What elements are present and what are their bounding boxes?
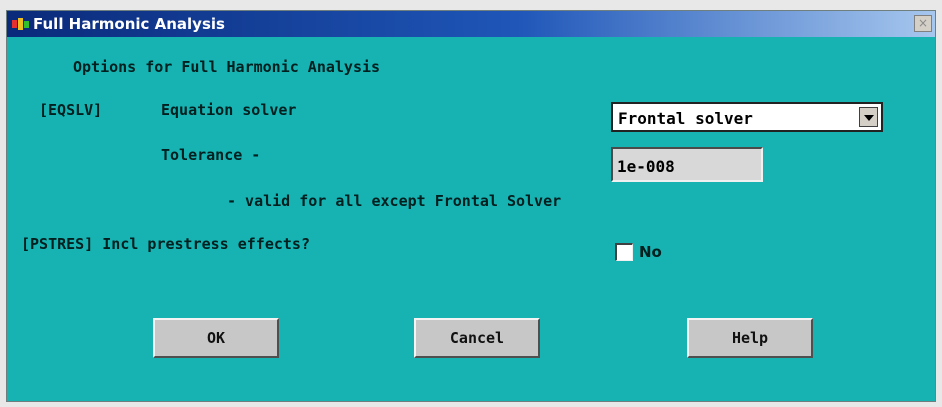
prestress-state-label: No	[639, 243, 662, 261]
prestress-checkbox[interactable]	[615, 243, 633, 261]
help-button[interactable]: Help	[687, 318, 813, 358]
equation-solver-label: Equation solver	[161, 101, 297, 119]
equation-solver-value: Frontal solver	[618, 109, 753, 128]
ok-button[interactable]: OK	[153, 318, 279, 358]
title-bar[interactable]: Full Harmonic Analysis ×	[7, 11, 935, 37]
chevron-down-icon[interactable]	[859, 107, 878, 127]
tolerance-input[interactable]	[611, 147, 763, 182]
close-icon: ×	[917, 16, 929, 30]
equation-solver-select[interactable]: Frontal solver	[611, 102, 883, 132]
tolerance-label: Tolerance -	[161, 146, 261, 164]
window-title: Full Harmonic Analysis	[33, 15, 225, 33]
eqslv-tag: [EQSLV]	[39, 101, 103, 119]
close-button[interactable]: ×	[914, 15, 932, 32]
tolerance-note: - valid for all except Frontal Solver	[227, 192, 562, 210]
dialog-window: Full Harmonic Analysis × Options for Ful…	[6, 10, 936, 402]
ansys-logo-icon	[12, 18, 29, 30]
pstres-label: [PSTRES] Incl prestress effects?	[21, 235, 310, 253]
cancel-button[interactable]: Cancel	[414, 318, 540, 358]
dialog-heading: Options for Full Harmonic Analysis	[73, 58, 381, 76]
